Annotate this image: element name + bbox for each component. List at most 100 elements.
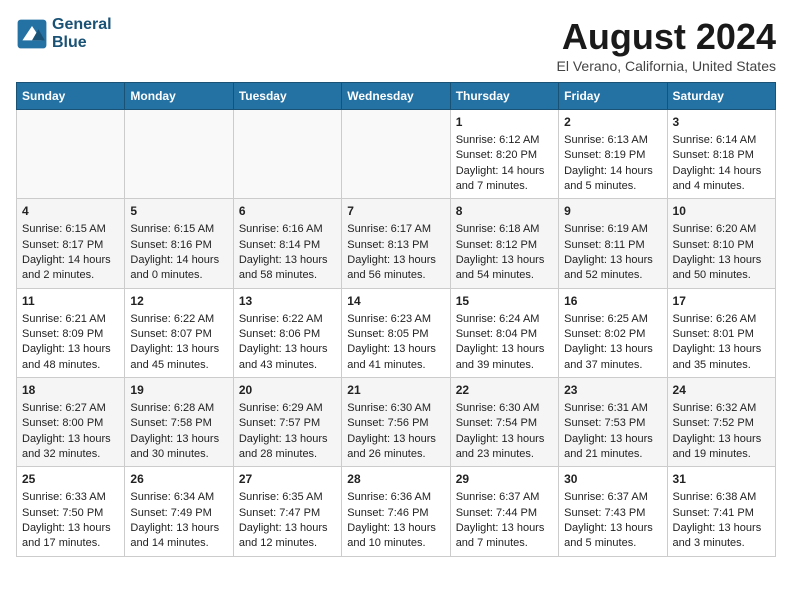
cell-content: Daylight: 13 hours (130, 521, 227, 536)
cell-content: Sunrise: 6:34 AM (130, 490, 227, 505)
cell-content: Sunset: 7:53 PM (564, 416, 661, 431)
day-number: 28 (347, 471, 444, 488)
cell-content: Sunset: 7:41 PM (673, 506, 770, 521)
day-number: 21 (347, 382, 444, 399)
cell-content: and 3 minutes. (673, 536, 770, 551)
day-number: 17 (673, 293, 770, 310)
cell-content: Sunrise: 6:27 AM (22, 401, 119, 416)
logo-line2: Blue (52, 34, 87, 51)
cell-content: Sunset: 8:00 PM (22, 416, 119, 431)
cell-content: Sunrise: 6:38 AM (673, 490, 770, 505)
cell-content: Sunrise: 6:37 AM (456, 490, 553, 505)
cell-content: Daylight: 13 hours (347, 521, 444, 536)
calendar-cell: 30Sunrise: 6:37 AMSunset: 7:43 PMDayligh… (559, 467, 667, 556)
logo: General Blue (16, 16, 112, 51)
cell-content: and 54 minutes. (456, 268, 553, 283)
cell-content: Sunset: 7:58 PM (130, 416, 227, 431)
cell-content: and 30 minutes. (130, 447, 227, 462)
calendar-cell: 10Sunrise: 6:20 AMSunset: 8:10 PMDayligh… (667, 199, 775, 288)
day-number: 27 (239, 471, 336, 488)
logo-line1: General (52, 16, 112, 33)
day-number: 4 (22, 203, 119, 220)
cell-content: Sunset: 8:07 PM (130, 327, 227, 342)
calendar-cell: 4Sunrise: 6:15 AMSunset: 8:17 PMDaylight… (17, 199, 125, 288)
cell-content: and 7 minutes. (456, 536, 553, 551)
cell-content: Sunrise: 6:32 AM (673, 401, 770, 416)
cell-content: Sunset: 8:13 PM (347, 238, 444, 253)
cell-content: Sunset: 8:09 PM (22, 327, 119, 342)
cell-content: and 21 minutes. (564, 447, 661, 462)
cell-content: Daylight: 13 hours (130, 342, 227, 357)
cell-content: Daylight: 13 hours (347, 432, 444, 447)
cell-content: and 12 minutes. (239, 536, 336, 551)
cell-content: Daylight: 14 hours (673, 164, 770, 179)
calendar-cell: 22Sunrise: 6:30 AMSunset: 7:54 PMDayligh… (450, 378, 558, 467)
calendar-cell (17, 110, 125, 199)
cell-content: Sunrise: 6:20 AM (673, 222, 770, 237)
cell-content: and 0 minutes. (130, 268, 227, 283)
day-number: 13 (239, 293, 336, 310)
calendar-cell: 29Sunrise: 6:37 AMSunset: 7:44 PMDayligh… (450, 467, 558, 556)
cell-content: Daylight: 13 hours (673, 521, 770, 536)
day-number: 29 (456, 471, 553, 488)
calendar-cell: 28Sunrise: 6:36 AMSunset: 7:46 PMDayligh… (342, 467, 450, 556)
day-number: 15 (456, 293, 553, 310)
cell-content: Sunset: 7:57 PM (239, 416, 336, 431)
cell-content: Sunrise: 6:17 AM (347, 222, 444, 237)
day-number: 25 (22, 471, 119, 488)
cell-content: Sunset: 8:02 PM (564, 327, 661, 342)
day-header-tuesday: Tuesday (233, 83, 341, 110)
day-number: 20 (239, 382, 336, 399)
week-row-2: 11Sunrise: 6:21 AMSunset: 8:09 PMDayligh… (17, 288, 776, 377)
calendar-cell: 19Sunrise: 6:28 AMSunset: 7:58 PMDayligh… (125, 378, 233, 467)
calendar-cell: 18Sunrise: 6:27 AMSunset: 8:00 PMDayligh… (17, 378, 125, 467)
cell-content: Daylight: 13 hours (22, 521, 119, 536)
day-number: 22 (456, 382, 553, 399)
cell-content: Sunrise: 6:21 AM (22, 312, 119, 327)
cell-content: Sunrise: 6:22 AM (239, 312, 336, 327)
calendar-cell: 23Sunrise: 6:31 AMSunset: 7:53 PMDayligh… (559, 378, 667, 467)
cell-content: and 52 minutes. (564, 268, 661, 283)
calendar-cell: 15Sunrise: 6:24 AMSunset: 8:04 PMDayligh… (450, 288, 558, 377)
day-header-monday: Monday (125, 83, 233, 110)
cell-content: Daylight: 13 hours (456, 521, 553, 536)
calendar-cell: 6Sunrise: 6:16 AMSunset: 8:14 PMDaylight… (233, 199, 341, 288)
cell-content: Sunset: 8:16 PM (130, 238, 227, 253)
cell-content: and 10 minutes. (347, 536, 444, 551)
cell-content: Daylight: 13 hours (673, 253, 770, 268)
calendar-cell: 3Sunrise: 6:14 AMSunset: 8:18 PMDaylight… (667, 110, 775, 199)
cell-content: Sunrise: 6:15 AM (22, 222, 119, 237)
cell-content: Daylight: 13 hours (239, 342, 336, 357)
cell-content: Daylight: 14 hours (456, 164, 553, 179)
week-row-3: 18 Sunrise: 6:27 AMSunset: 8:00 PM Dayligh… (17, 378, 776, 467)
calendar-cell: 13Sunrise: 6:22 AMSunset: 8:06 PMDayligh… (233, 288, 341, 377)
cell-content: and 56 minutes. (347, 268, 444, 283)
week-row-1: 4Sunrise: 6:15 AMSunset: 8:17 PMDaylight… (17, 199, 776, 288)
cell-content: and 39 minutes. (456, 358, 553, 373)
cell-content: Daylight: 13 hours (564, 432, 661, 447)
day-header-sunday: Sunday (17, 83, 125, 110)
cell-content: and 48 minutes. (22, 358, 119, 373)
day-number: 12 (130, 293, 227, 310)
cell-content: Sunset: 8:11 PM (564, 238, 661, 253)
cell-content: and 50 minutes. (673, 268, 770, 283)
cell-content: Daylight: 13 hours (564, 521, 661, 536)
cell-content: Daylight: 13 hours (239, 432, 336, 447)
day-number: 18 (22, 382, 119, 399)
cell-content: and 35 minutes. (673, 358, 770, 373)
calendar-header: General Blue August 2024 El Verano, Cali… (16, 16, 776, 74)
cell-content: Daylight: 14 hours (22, 253, 119, 268)
title-area: August 2024 El Verano, California, Unite… (557, 16, 776, 74)
cell-content: Sunset: 8:19 PM (564, 148, 661, 163)
cell-content: Sunset: 7:52 PM (673, 416, 770, 431)
cell-content: Daylight: 13 hours (22, 342, 119, 357)
cell-content: and 32 minutes. (22, 447, 119, 462)
cell-content: Daylight: 13 hours (239, 521, 336, 536)
cell-content: Sunrise: 6:25 AM (564, 312, 661, 327)
cell-content: and 45 minutes. (130, 358, 227, 373)
cell-content: Sunrise: 6:14 AM (673, 133, 770, 148)
cell-content: Daylight: 13 hours (564, 253, 661, 268)
cell-content: Sunset: 8:04 PM (456, 327, 553, 342)
day-number: 16 (564, 293, 661, 310)
day-number: 23 (564, 382, 661, 399)
